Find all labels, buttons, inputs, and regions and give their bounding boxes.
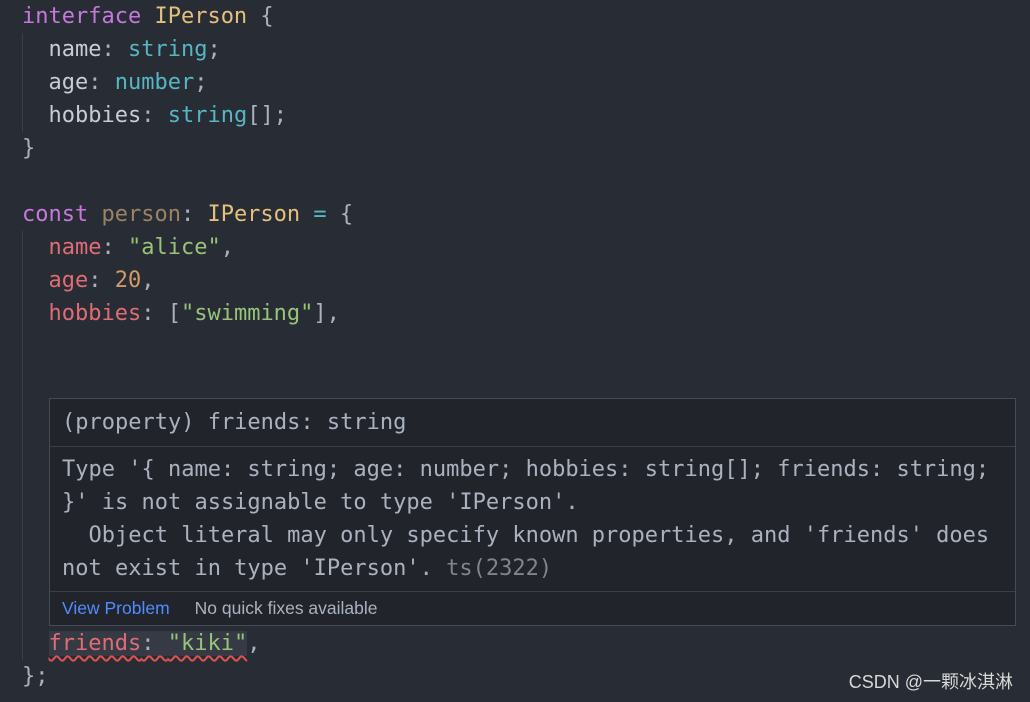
code-line[interactable]: friends: "kiki", <box>0 627 1030 660</box>
message-line: not exist in type 'IPerson'. ts(2322) <box>62 552 1015 585</box>
punctuation-token: { <box>247 4 274 29</box>
punctuation-token: , <box>247 631 261 656</box>
message-line: Object literal may only specify known pr… <box>62 523 990 548</box>
hover-widget: (property) friends: string Type '{ name:… <box>49 398 1016 626</box>
code-line[interactable]: name: string; <box>0 33 1030 66</box>
hover-status-bar: View Problem No quick fixes available <box>50 591 1015 625</box>
member-name-token: name <box>48 37 102 62</box>
punctuation-token: ], <box>313 301 340 326</box>
code-line[interactable]: interface IPerson { <box>0 0 1030 33</box>
type-name-token: IPerson <box>141 4 248 29</box>
punctuation-token: : [ <box>141 301 181 326</box>
punctuation-token: : <box>141 103 168 128</box>
punctuation-token: ; <box>207 37 221 62</box>
code-line[interactable] <box>0 165 1030 198</box>
code-line[interactable]: age: number; <box>0 66 1030 99</box>
primitive-type-token: number <box>114 70 195 95</box>
property-name-token: name <box>48 235 102 260</box>
member-name-token: age <box>48 70 89 95</box>
code-line[interactable]: } <box>0 132 1030 165</box>
primitive-type-token: string <box>167 103 248 128</box>
punctuation-token: { <box>326 202 354 227</box>
punctuation-token: ; <box>194 70 208 95</box>
punctuation-token: : <box>180 202 195 227</box>
primitive-type-token: string <box>127 37 208 62</box>
punctuation-token: : <box>101 37 128 62</box>
string-literal-token: "swimming" <box>180 301 314 326</box>
member-name-token: hobbies <box>48 103 142 128</box>
number-literal-token: 20 <box>114 268 142 293</box>
message-text: not exist in type 'IPerson'. <box>62 556 433 581</box>
view-problem-link[interactable]: View Problem <box>62 598 170 618</box>
punctuation-token: : <box>88 70 115 95</box>
variable-name-token: person <box>88 202 181 227</box>
keyword-token: const <box>22 202 89 227</box>
code-line[interactable] <box>0 330 1030 363</box>
code-line[interactable]: hobbies: ["swimming"], <box>0 297 1030 330</box>
property-name-token: age <box>48 268 89 293</box>
message-line: }' is not assignable to type 'IPerson'. <box>62 490 579 515</box>
type-name-token: IPerson <box>194 202 301 227</box>
string-literal-token: "kiki" <box>167 631 248 656</box>
punctuation-token: []; <box>247 103 287 128</box>
hover-signature: (property) friends: string <box>50 399 1015 447</box>
keyword-token: interface <box>22 4 142 29</box>
code-line[interactable]: hobbies: string[]; <box>0 99 1030 132</box>
hover-message: Type '{ name: string; age: number; hobbi… <box>50 447 1015 591</box>
string-literal-token: "alice" <box>127 235 221 260</box>
message-line: Type '{ name: string; age: number; hobbi… <box>62 457 990 482</box>
code-line[interactable]: const person: IPerson = { <box>0 198 1030 231</box>
property-name-token: friends <box>48 631 142 656</box>
error-range[interactable]: friends: "kiki" <box>48 631 248 656</box>
property-name-token: hobbies <box>48 301 142 326</box>
code-line[interactable]: age: 20, <box>0 264 1030 297</box>
operator-token: = <box>300 202 327 227</box>
watermark: CSDN @一颗冰淇淋 <box>848 672 1013 692</box>
punctuation-token: }; <box>22 664 49 689</box>
error-code: ts(2322) <box>446 556 553 581</box>
punctuation-token: , <box>141 268 155 293</box>
punctuation-token: , <box>220 235 234 260</box>
quick-fix-status: No quick fixes available <box>194 598 378 618</box>
code-line[interactable] <box>0 363 1030 396</box>
punctuation-token: : <box>141 631 168 656</box>
code-line[interactable]: name: "alice", <box>0 231 1030 264</box>
punctuation-token: } <box>22 136 36 161</box>
punctuation-token: : <box>88 268 115 293</box>
punctuation-token: : <box>101 235 128 260</box>
